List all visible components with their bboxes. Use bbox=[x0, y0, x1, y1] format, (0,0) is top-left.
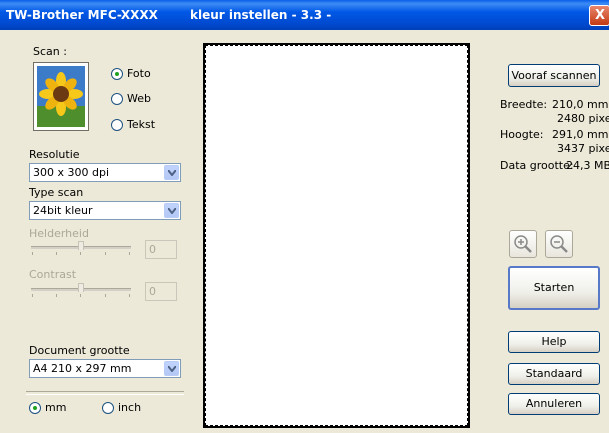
cancel-button-label: Annuleren bbox=[525, 397, 583, 410]
slider-tick bbox=[32, 252, 33, 255]
divider bbox=[26, 391, 184, 395]
help-button-label: Help bbox=[541, 335, 567, 348]
slider-tick bbox=[56, 252, 57, 255]
scan-option-label: Foto bbox=[127, 67, 151, 80]
slider-tick bbox=[56, 294, 57, 297]
unit-option-label: inch bbox=[118, 401, 142, 414]
close-button[interactable]: X bbox=[589, 5, 609, 26]
default-button-label: Standaard bbox=[525, 367, 583, 380]
cancel-button[interactable]: Annuleren bbox=[508, 393, 600, 415]
scan-selection-frame[interactable] bbox=[205, 45, 468, 426]
width-mm-value: 210,0 mm bbox=[552, 98, 609, 111]
start-button-label: Starten bbox=[533, 281, 575, 294]
brightness-label: Helderheid bbox=[29, 227, 89, 240]
unit-option-inch[interactable]: inch bbox=[102, 401, 141, 414]
radio-selected-icon[interactable] bbox=[29, 401, 41, 414]
scan-type-value: 24bit kleur bbox=[33, 204, 93, 217]
radio-selected-icon[interactable] bbox=[111, 67, 123, 80]
scan-type-select[interactable]: 24bit kleur bbox=[29, 201, 181, 220]
sunflower-photo-icon bbox=[33, 62, 89, 131]
scan-option-label: Web bbox=[127, 92, 151, 105]
app-title: TW-Brother MFC-XXXX bbox=[6, 8, 158, 22]
radio-icon[interactable] bbox=[111, 118, 123, 131]
slider-tick bbox=[105, 294, 106, 297]
contrast-slider-thumb[interactable] bbox=[78, 283, 84, 292]
zoom-in-icon bbox=[514, 235, 532, 253]
chevron-down-icon[interactable] bbox=[164, 203, 179, 218]
chevron-down-icon[interactable] bbox=[164, 361, 179, 376]
radio-icon[interactable] bbox=[102, 401, 114, 414]
help-button[interactable]: Help bbox=[508, 331, 600, 353]
width-label: Breedte: bbox=[500, 98, 548, 111]
width-px-value: 2480 pixels bbox=[557, 112, 609, 125]
document-size-value: A4 210 x 297 mm bbox=[33, 362, 132, 375]
brightness-value-field[interactable]: 0 bbox=[145, 240, 177, 259]
slider-tick bbox=[32, 294, 33, 297]
chevron-down-icon[interactable] bbox=[164, 165, 179, 180]
unit-option-label: mm bbox=[45, 401, 67, 414]
height-px-value: 3437 pixels bbox=[557, 142, 609, 155]
zoom-in-button[interactable] bbox=[509, 230, 537, 258]
scan-label: Scan : bbox=[33, 45, 67, 58]
scan-dialog: Scan : Foto Web Tekst Resolutie 300 x 30… bbox=[0, 30, 609, 433]
data-size-label: Data grootte: bbox=[500, 159, 574, 172]
close-icon: X bbox=[595, 8, 606, 23]
zoom-out-icon bbox=[550, 235, 568, 253]
title-bar[interactable]: TW-Brother MFC-XXXX kleur instellen - 3.… bbox=[0, 0, 609, 30]
contrast-label: Contrast bbox=[29, 268, 77, 281]
height-label: Hoogte: bbox=[500, 128, 544, 141]
scan-type-label: Type scan bbox=[29, 186, 84, 199]
brightness-slider-thumb[interactable] bbox=[78, 241, 84, 250]
slider-tick bbox=[105, 252, 106, 255]
resolution-select[interactable]: 300 x 300 dpi bbox=[29, 163, 181, 182]
scan-preview-area[interactable] bbox=[203, 43, 470, 428]
prescan-button-label: Vooraf scannen bbox=[511, 69, 597, 82]
default-button[interactable]: Standaard bbox=[508, 363, 600, 385]
height-mm-value: 291,0 mm bbox=[552, 128, 609, 141]
resolution-label: Resolutie bbox=[29, 148, 80, 161]
scan-option-label: Tekst bbox=[127, 118, 156, 131]
zoom-out-button[interactable] bbox=[545, 230, 573, 258]
slider-tick bbox=[80, 252, 81, 255]
slider-tick bbox=[80, 294, 81, 297]
radio-icon[interactable] bbox=[111, 92, 123, 105]
scan-option-foto[interactable]: Foto bbox=[111, 67, 151, 80]
slider-tick bbox=[129, 252, 130, 255]
document-size-label: Document grootte bbox=[29, 344, 130, 357]
window-subtitle: kleur instellen - 3.3 - bbox=[190, 8, 332, 22]
document-size-select[interactable]: A4 210 x 297 mm bbox=[29, 359, 181, 378]
prescan-button[interactable]: Vooraf scannen bbox=[508, 64, 600, 87]
scan-option-web[interactable]: Web bbox=[111, 92, 151, 105]
unit-option-mm[interactable]: mm bbox=[29, 401, 66, 414]
data-size-value: 24,3 MB bbox=[566, 159, 609, 172]
slider-tick bbox=[129, 294, 130, 297]
sunflower-image bbox=[37, 66, 85, 127]
resolution-value: 300 x 300 dpi bbox=[33, 166, 110, 179]
scan-option-tekst[interactable]: Tekst bbox=[111, 118, 155, 131]
start-button[interactable]: Starten bbox=[508, 266, 600, 310]
contrast-value-field[interactable]: 0 bbox=[145, 282, 177, 301]
